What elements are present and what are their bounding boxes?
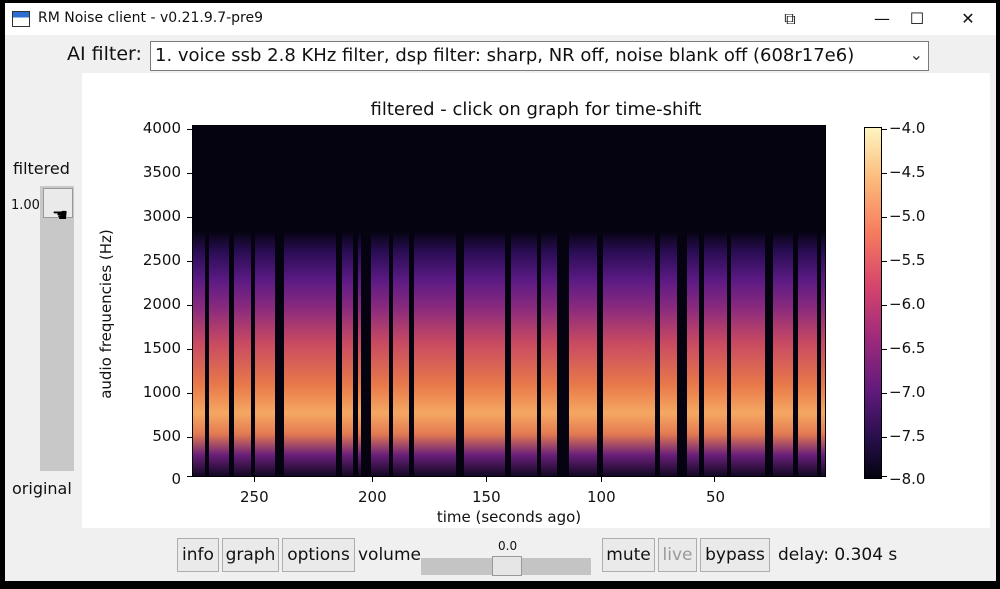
colorbar [864,127,882,479]
delay-readout: delay: 0.304 s [778,545,898,565]
y-axis-label: audio frequencies (Hz) [97,229,115,399]
mix-slider-value: 1.00 [11,198,40,213]
bypass-button[interactable]: bypass [700,538,770,572]
volume-value: 0.0 [498,539,518,553]
ai-filter-label: AI filter: [67,43,142,65]
maximize-button[interactable]: ☐ [894,3,940,35]
spectrogram-plot[interactable] [192,125,826,477]
ai-filter-value: 1. voice ssb 2.8 KHz filter, dsp filter:… [155,45,855,66]
window-title: RM Noise client - v0.21.9.7-pre9 [38,10,264,26]
ai-filter-select[interactable]: 1. voice ssb 2.8 KHz filter, dsp filter:… [150,41,929,71]
colorbar-tick-label: −8.0 [889,470,926,488]
info-button[interactable]: info [177,538,219,572]
colorbar-tick-label: −6.5 [889,339,926,357]
colorbar-tick-label: −7.0 [889,383,926,401]
hand-cursor-icon: ☚ [52,205,69,226]
x-axis-label: time (seconds ago) [436,508,582,526]
x-tick-label: 50 [706,488,726,506]
mix-slider-track[interactable] [40,186,74,471]
y-tick-label: 3500 [142,163,181,181]
app-window: RM Noise client - v0.21.9.7-pre9 ⧉ — ☐ ✕… [5,3,996,581]
x-tick-label: 200 [358,488,387,506]
app-icon [12,11,30,27]
y-tick-label: 500 [152,427,181,445]
graph-title: filtered - click on graph for time-shift [370,99,702,120]
mute-button[interactable]: mute [602,538,655,572]
y-tick-label: 1500 [142,339,181,357]
title-bar: RM Noise client - v0.21.9.7-pre9 ⧉ — ☐ ✕ [5,3,996,35]
snap-icon[interactable]: ⧉ [767,3,813,35]
y-tick-label: 2500 [142,251,181,269]
chevron-down-icon: ⌄ [909,45,923,64]
x-tick-label: 250 [240,488,269,506]
colorbar-tick-label: −4.5 [889,163,926,181]
colorbar-tick-label: −6.0 [889,295,926,313]
volume-label: volume [358,545,421,565]
spectrogram-graph[interactable]: filtered - click on graph for time-shift [82,73,990,528]
close-button[interactable]: ✕ [945,3,991,35]
y-tick-label: 3000 [142,207,181,225]
live-button[interactable]: live [658,538,697,572]
y-tick-label: 1000 [142,383,181,401]
original-label: original [12,479,72,498]
y-tick-label: 4000 [142,119,181,137]
options-button[interactable]: options [282,538,355,572]
colorbar-tick-label: −5.5 [889,251,926,269]
filtered-label: filtered [13,159,70,178]
x-tick-label: 150 [472,488,501,506]
graph-button[interactable]: graph [222,538,279,572]
y-tick-label: 2000 [142,295,181,313]
x-tick-label: 100 [587,488,616,506]
y-tick-label: 0 [171,470,181,488]
colorbar-tick-label: −4.0 [889,119,926,137]
colorbar-tick-label: −7.5 [889,427,926,445]
colorbar-tick-label: −5.0 [889,207,926,225]
volume-slider-thumb[interactable] [492,556,522,576]
